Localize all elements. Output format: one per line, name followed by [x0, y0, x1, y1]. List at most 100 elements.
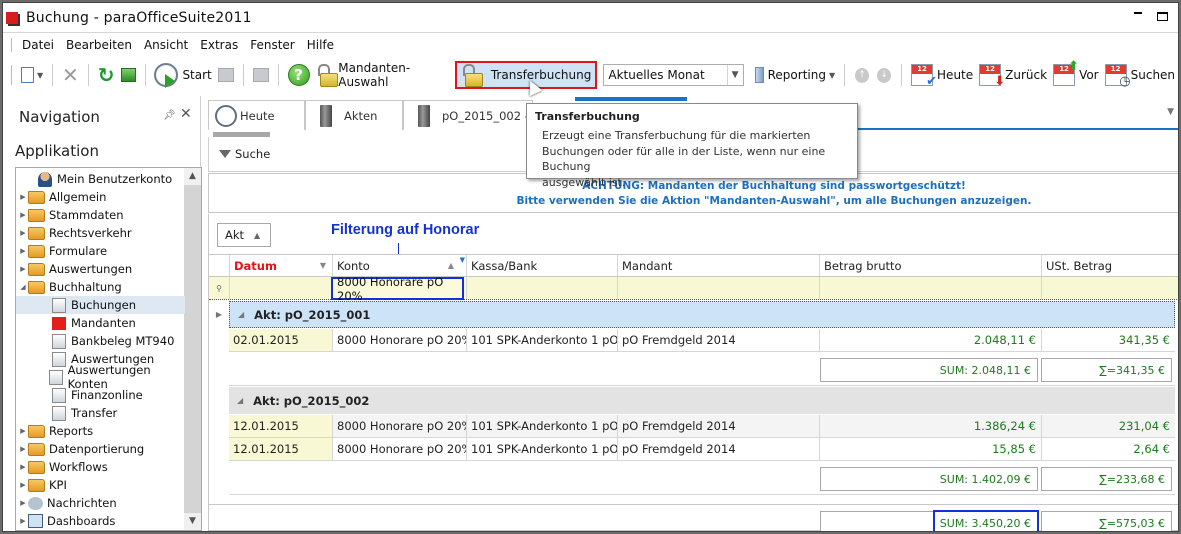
- move-down-icon[interactable]: ↓: [877, 67, 892, 83]
- maximize-button[interactable]: [1157, 12, 1168, 21]
- chevron-down-icon[interactable]: ▼: [726, 65, 743, 85]
- column-header-konto[interactable]: Konto ▲ ▼: [332, 255, 466, 276]
- cell-konto[interactable]: 8000 Honorare pO 20%: [332, 415, 466, 437]
- heute-button[interactable]: ✔ Heute: [908, 61, 976, 89]
- filter-active-icon[interactable]: ▼: [460, 256, 465, 264]
- sidebar-item[interactable]: ▶ Auswertungen: [16, 260, 185, 278]
- filter-cell-konto[interactable]: 8000 Honorare pO 20%: [331, 275, 464, 303]
- sidebar-item[interactable]: Mein Benutzerkonto: [16, 170, 185, 188]
- menu-hilfe[interactable]: Hilfe: [307, 38, 334, 52]
- column-header-mandant[interactable]: Mandant: [617, 255, 819, 276]
- cell-ust[interactable]: 231,04 €: [1041, 415, 1175, 437]
- menu-bearbeiten[interactable]: Bearbeiten: [66, 38, 132, 52]
- tree-scrollbar[interactable]: ▲ ▼: [184, 168, 201, 530]
- menu-datei[interactable]: Datei: [22, 38, 54, 52]
- sidebar-item[interactable]: Buchungen: [16, 296, 185, 314]
- menu-fenster[interactable]: Fenster: [250, 38, 295, 52]
- table-row[interactable]: 02.01.2015 8000 Honorare pO 20% 101 SPK-An…: [229, 329, 1175, 352]
- tab-overflow-icon[interactable]: ▼: [1167, 107, 1174, 117]
- delete-button[interactable]: ✕: [59, 61, 82, 89]
- groupby-chip-akt[interactable]: Akt ▲: [217, 223, 271, 247]
- cell-brutto[interactable]: 1.386,24 €: [819, 415, 1041, 437]
- table-row[interactable]: 12.01.2015 8000 Honorare pO 20% 101 SPK-An…: [229, 415, 1175, 438]
- expand-icon[interactable]: ▶: [18, 463, 28, 471]
- help-button[interactable]: ?: [285, 61, 313, 89]
- scroll-down-icon[interactable]: ▼: [184, 513, 201, 530]
- cell-mandant[interactable]: pO Fremdgeld 2014: [617, 329, 819, 351]
- dropdown-arrow-icon[interactable]: ▼: [37, 71, 43, 80]
- cell-ust[interactable]: 2,64 €: [1041, 438, 1175, 460]
- vor-button[interactable]: ⬆ Vor: [1050, 59, 1102, 89]
- green-square-button[interactable]: [118, 61, 139, 89]
- group-row[interactable]: ◢ Akt: pO_2015_002: [229, 387, 1175, 414]
- sidebar-item[interactable]: Mandanten: [16, 314, 185, 332]
- column-header-ust-betrag[interactable]: USt. Betrag: [1041, 255, 1178, 276]
- expand-icon[interactable]: ▶: [18, 193, 28, 201]
- cell-kassa[interactable]: 101 SPK-Anderkonto 1 pO: [466, 415, 617, 437]
- filter-cell-kassa[interactable]: [466, 277, 617, 299]
- table-row[interactable]: 12.01.2015 8000 Honorare pO 20% 101 SPK-An…: [229, 438, 1175, 461]
- cell-kassa[interactable]: 101 SPK-Anderkonto 1 pO: [466, 329, 617, 351]
- sidebar-item[interactable]: ▶ Formulare: [16, 242, 185, 260]
- expand-icon[interactable]: ▶: [18, 481, 28, 489]
- close-icon[interactable]: ✕: [180, 106, 192, 122]
- menu-ansicht[interactable]: Ansicht: [144, 38, 188, 52]
- sidebar-item[interactable]: ▶ Rechtsverkehr: [16, 224, 185, 242]
- collapse-group-icon[interactable]: ◢: [237, 396, 243, 405]
- cell-kassa[interactable]: 101 SPK-Anderkonto 1 pO: [466, 438, 617, 460]
- column-header-kassa[interactable]: Kassa/Bank: [466, 255, 617, 276]
- move-up-icon[interactable]: ↑: [855, 67, 870, 83]
- filter-cell-ust[interactable]: [1041, 277, 1178, 299]
- tab-akten[interactable]: Akten: [305, 100, 403, 130]
- sidebar-item[interactable]: ▶ Workflows: [16, 458, 185, 476]
- sidebar-item[interactable]: Auswertungen Konten: [16, 363, 185, 391]
- cell-mandant[interactable]: pO Fremdgeld 2014: [617, 415, 819, 437]
- filter-cell-datum[interactable]: [229, 277, 332, 299]
- search-button[interactable]: Suche: [235, 147, 270, 161]
- cell-brutto[interactable]: 15,85 €: [819, 438, 1041, 460]
- expand-icon[interactable]: ▶: [18, 517, 28, 525]
- collapse-icon[interactable]: ◢: [18, 283, 28, 291]
- scroll-up-icon[interactable]: ▲: [184, 168, 201, 185]
- sidebar-item[interactable]: ▶ Dashboards: [16, 512, 185, 530]
- sidebar-item[interactable]: ▶ Stammdaten: [16, 206, 185, 224]
- sidebar-item[interactable]: ▶ Nachrichten: [16, 494, 185, 512]
- sidebar-item[interactable]: Transfer: [16, 404, 185, 422]
- sidebar-item[interactable]: ▶ Reports: [16, 422, 185, 440]
- expand-icon[interactable]: ▶: [18, 427, 28, 435]
- cell-datum[interactable]: 12.01.2015: [229, 438, 332, 460]
- start-button[interactable]: Start: [151, 61, 214, 89]
- pin-icon[interactable]: 📌︎: [163, 110, 176, 121]
- expand-icon[interactable]: ▶: [18, 265, 28, 273]
- suchen-button[interactable]: ◷ Suchen: [1102, 61, 1178, 89]
- sidebar-item[interactable]: ◢ Buchhaltung: [16, 278, 185, 296]
- column-header-datum[interactable]: Datum ▼: [229, 255, 332, 276]
- zurueck-button[interactable]: ⬇ Zurück: [976, 61, 1050, 89]
- expand-icon[interactable]: ▶: [18, 247, 28, 255]
- sidebar-item[interactable]: ▶ Allgemein: [16, 188, 185, 206]
- cell-datum[interactable]: 12.01.2015: [229, 415, 332, 437]
- new-button[interactable]: ▼: [18, 61, 46, 89]
- expand-icon[interactable]: ▶: [18, 229, 28, 237]
- expand-icon[interactable]: ▶: [18, 445, 28, 453]
- collapse-group-icon[interactable]: ◢: [238, 310, 244, 319]
- cell-konto[interactable]: 8000 Honorare pO 20%: [332, 329, 466, 351]
- column-header-betrag-brutto[interactable]: Betrag brutto: [819, 255, 1041, 276]
- tab-heute[interactable]: Heute: [208, 100, 305, 130]
- cell-brutto[interactable]: 2.048,11 €: [819, 329, 1041, 351]
- cell-konto[interactable]: 8000 Honorare pO 20%: [332, 438, 466, 460]
- cell-mandant[interactable]: pO Fremdgeld 2014: [617, 438, 819, 460]
- cell-datum[interactable]: 02.01.2015: [229, 329, 332, 351]
- disabled-list-button[interactable]: [215, 61, 237, 89]
- sidebar-item[interactable]: ▶ Datenportierung: [16, 440, 185, 458]
- sidebar-item[interactable]: Bankbeleg MT940: [16, 332, 185, 350]
- mandanten-auswahl-button[interactable]: Mandanten-Auswahl: [313, 61, 455, 89]
- disabled-tree-button[interactable]: [250, 61, 272, 89]
- menu-extras[interactable]: Extras: [200, 38, 238, 52]
- sidebar-item[interactable]: ▶ KPI: [16, 476, 185, 494]
- reporting-button[interactable]: Reporting ▼: [752, 61, 839, 89]
- minimize-button[interactable]: [1134, 12, 1142, 14]
- tab-akt-po-2015-002[interactable]: pO_2015_002 -: [403, 100, 533, 130]
- expand-icon[interactable]: ▶: [18, 499, 28, 507]
- filter-cell-mandant[interactable]: [617, 277, 819, 299]
